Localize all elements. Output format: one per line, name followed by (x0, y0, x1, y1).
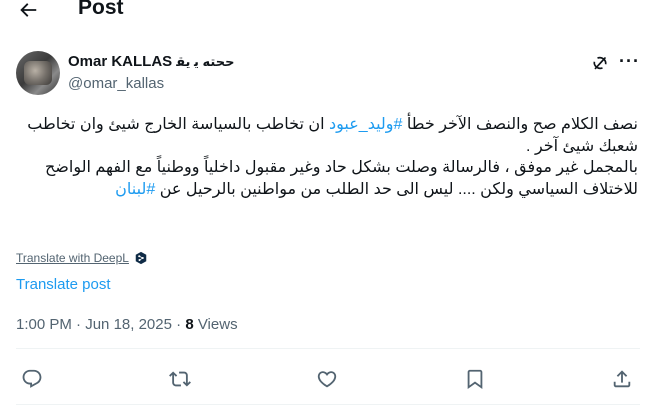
action-bar (0, 368, 656, 392)
reply-icon[interactable] (21, 368, 43, 390)
translate-deepl-label[interactable]: Translate with DeepL (16, 251, 129, 265)
grok-icon[interactable] (590, 53, 610, 73)
post-paragraph-2: بالمجمل غير موفق ، فالرسالة وصلت بشكل حا… (14, 157, 638, 200)
author-name[interactable]: Omar KALLAS (68, 53, 172, 70)
author-name-row[interactable]: Omar KALLAS ﺣﺤﺘﻪ ﻳ ﻳﻘ (68, 53, 234, 70)
page-title: Post (78, 0, 124, 19)
author-handle[interactable]: @omar_kallas (68, 75, 164, 92)
post-text-1a: نصف الكلام صح والنصف الآخر خطأ (402, 116, 638, 133)
hashtag-link[interactable]: #لبنان (115, 181, 155, 198)
post-paragraph-1: نصف الكلام صح والنصف الآخر خطأ #وليد_عبو… (14, 114, 638, 157)
post-time[interactable]: 1:00 PM (16, 316, 72, 333)
views-label: Views (193, 316, 238, 333)
page-header: Post (0, 0, 656, 22)
divider (16, 348, 640, 349)
translate-deepl-link[interactable]: Translate with DeepL (16, 251, 148, 265)
avatar[interactable] (16, 51, 60, 95)
views-count: 8 (185, 316, 194, 333)
author-name-arabic: ﺣﺤﺘﻪ ﻳ ﻳﻘ (176, 53, 235, 69)
repost-icon[interactable] (169, 368, 191, 390)
translate-post-link[interactable]: Translate post (16, 276, 111, 293)
share-icon[interactable] (611, 368, 633, 390)
meta-separator: · (71, 316, 86, 333)
more-icon[interactable]: ··· (619, 51, 640, 72)
deepl-icon (135, 251, 147, 265)
hashtag-link[interactable]: #وليد_عبود (329, 116, 402, 133)
post-text: نصف الكلام صح والنصف الآخر خطأ #وليد_عبو… (14, 114, 638, 200)
bookmark-icon[interactable] (464, 368, 486, 390)
post-date[interactable]: Jun 18, 2025 (85, 316, 172, 333)
post-meta: 1:00 PM · Jun 18, 2025 · 8 Views (16, 316, 238, 333)
heart-icon[interactable] (316, 368, 338, 390)
meta-separator: · (171, 316, 186, 333)
arrow-left-icon[interactable] (17, 0, 39, 21)
divider (16, 404, 640, 405)
